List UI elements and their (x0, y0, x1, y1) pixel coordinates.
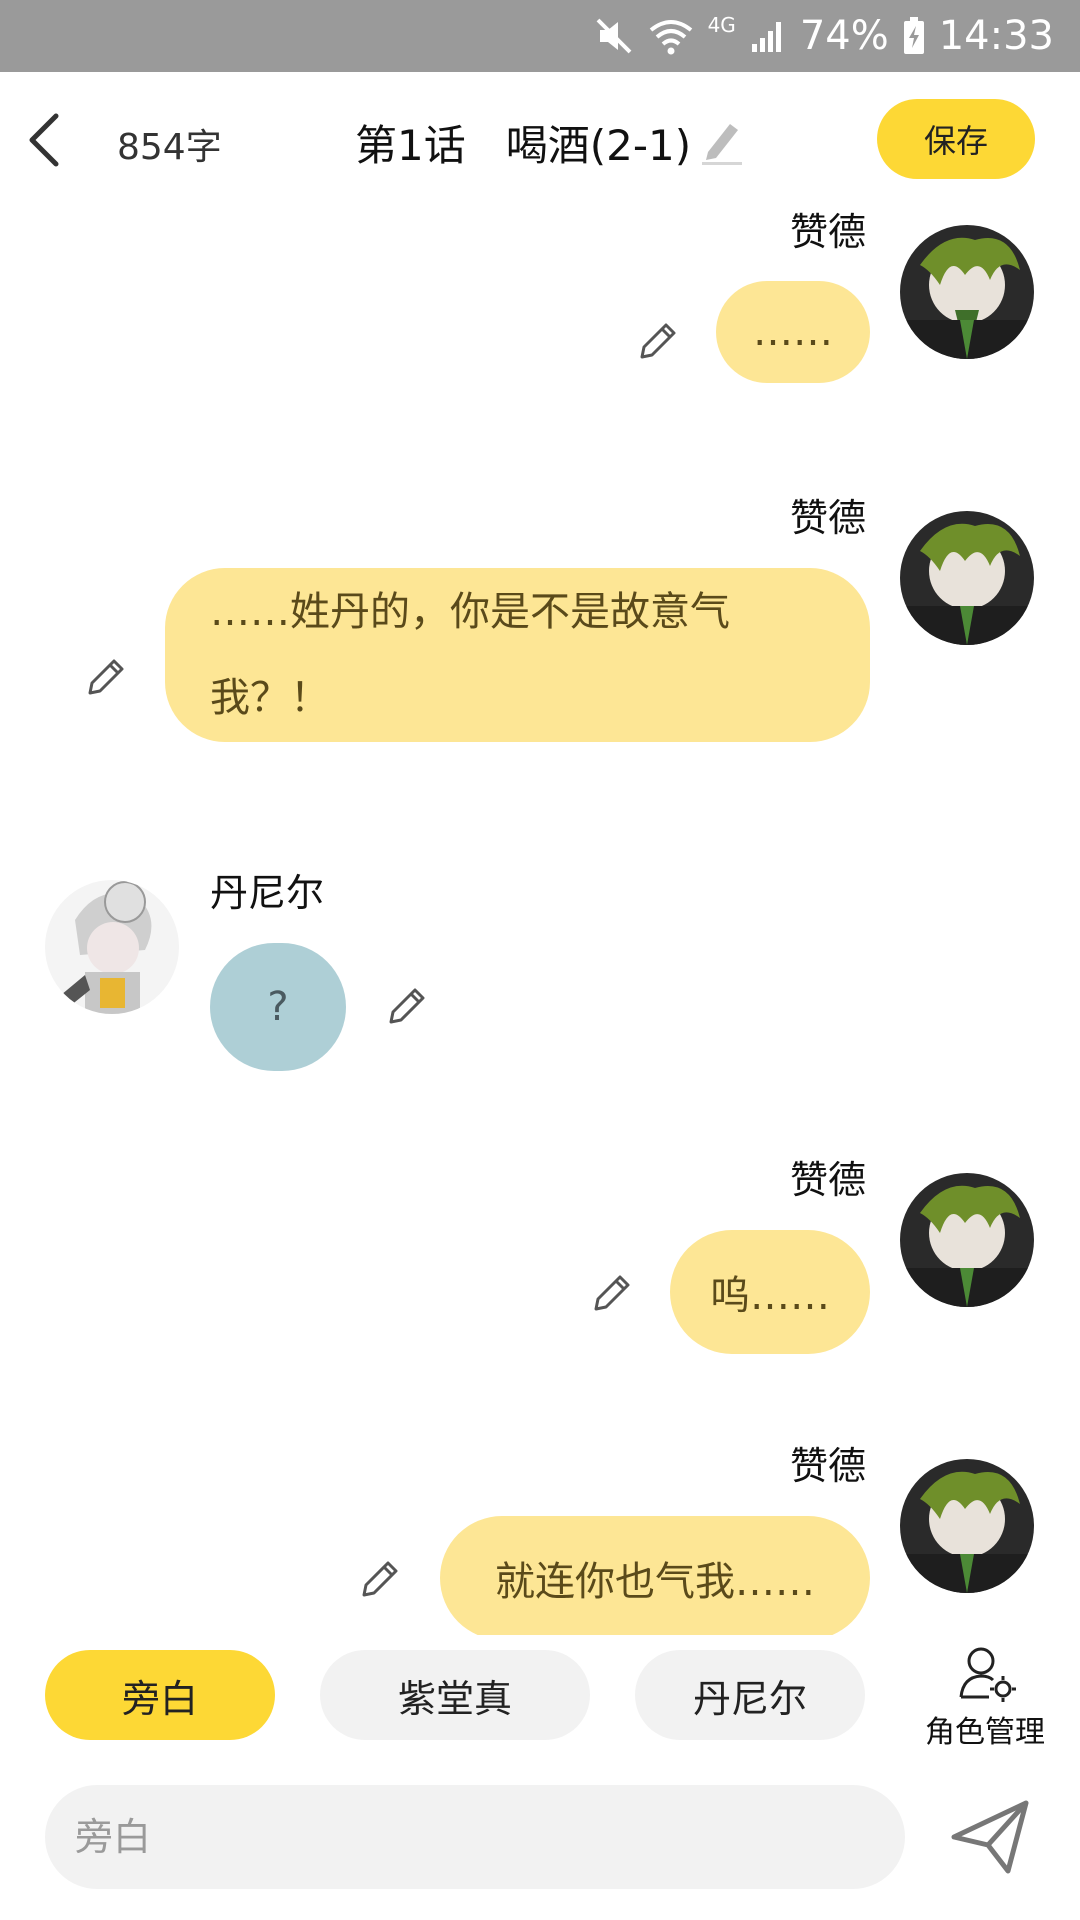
message-bubble[interactable]: ? (210, 943, 346, 1071)
message-line: ……姓丹的，你是不是故意气 (210, 589, 730, 635)
mute-icon (594, 16, 634, 56)
status-bar: 4G 74% 14:33 (0, 0, 1080, 72)
role-chip-zidangzhen[interactable]: 紫堂真 (320, 1650, 590, 1740)
word-count: 854字 (117, 127, 222, 168)
role-selector: 旁白 紫堂真 丹尼尔 角色管理 (0, 1635, 1080, 1765)
avatar[interactable] (900, 1173, 1034, 1307)
pencil-icon[interactable] (588, 1269, 636, 1317)
role-settings-icon (957, 1643, 1017, 1703)
pencil-icon[interactable] (634, 317, 682, 365)
battery-percent: 74% (799, 13, 889, 59)
back-arrow-icon (29, 113, 59, 167)
speaker-name: 赞德 (790, 210, 867, 254)
clock: 14:33 (938, 13, 1054, 59)
pencil-icon[interactable] (383, 982, 431, 1030)
speaker-name: 丹尼尔 (210, 871, 325, 915)
send-icon (951, 1800, 1029, 1874)
speaker-name: 赞德 (790, 1158, 867, 1202)
top-bar: 854字 第1话 喝酒(2-1) 保存 (0, 72, 1080, 207)
avatar[interactable] (45, 880, 179, 1014)
message-bubble[interactable]: ……姓丹的，你是不是故意气 我？！ (165, 568, 870, 742)
wifi-icon (648, 16, 694, 56)
message-bubble[interactable]: …… (716, 281, 870, 383)
episode-title: 第1话 喝酒(2-1) (355, 121, 692, 170)
role-manage-button[interactable]: 角色管理 (905, 1635, 1065, 1765)
save-button[interactable]: 保存 (877, 99, 1035, 179)
network-type: 4G (707, 13, 736, 37)
role-chip-danier[interactable]: 丹尼尔 (635, 1650, 865, 1740)
composer (0, 1765, 1080, 1920)
role-manage-label: 角色管理 (925, 1715, 1045, 1750)
avatar[interactable] (900, 1459, 1034, 1593)
avatar[interactable] (900, 511, 1034, 645)
speaker-name: 赞德 (790, 1444, 867, 1488)
battery-icon (903, 17, 925, 55)
pencil-icon[interactable] (82, 653, 130, 701)
speaker-name: 赞德 (790, 496, 867, 540)
signal-icon (750, 18, 786, 54)
send-button[interactable] (950, 1797, 1032, 1877)
message-bubble[interactable]: 呜…… (670, 1230, 870, 1354)
avatar[interactable] (900, 225, 1034, 359)
chat-thread: 赞德 …… 赞德 ……姓丹的，你是不是故意气 我？！ 丹尼尔 ? 赞德 呜…… … (0, 207, 1080, 1635)
pencil-icon[interactable] (700, 116, 746, 166)
message-input[interactable] (45, 1785, 905, 1889)
message-bubble[interactable]: 就连你也气我…… (440, 1516, 870, 1635)
back-button[interactable] (22, 108, 72, 172)
role-chip-narration[interactable]: 旁白 (45, 1650, 275, 1740)
pencil-icon[interactable] (356, 1555, 404, 1603)
message-line: 我？！ (210, 675, 330, 721)
